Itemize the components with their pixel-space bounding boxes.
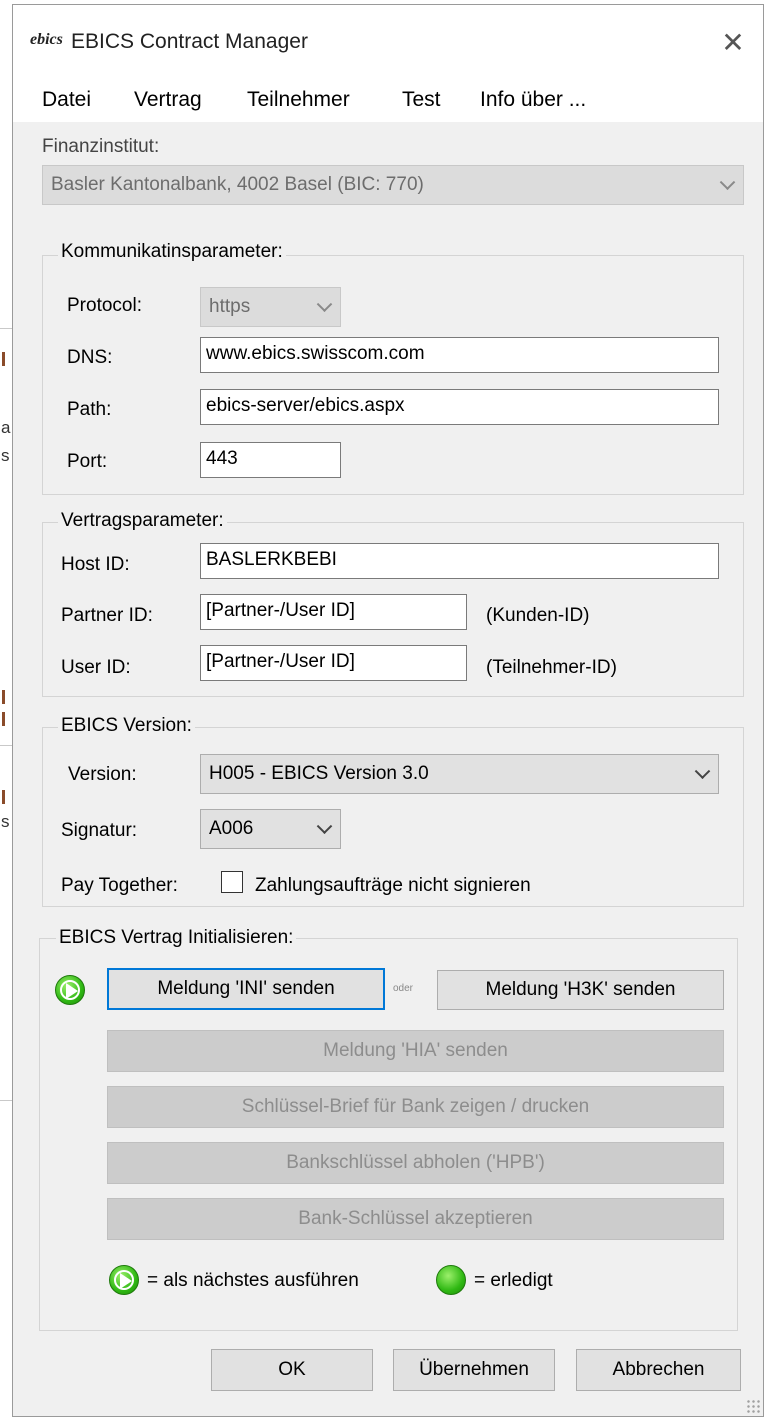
dns-label: DNS: [67,347,113,368]
background-mark [2,712,5,726]
institution-label: Finanzinstitut: [42,136,160,157]
host-id-label: Host ID: [61,554,130,575]
version-group-title: EBICS Version: [58,715,195,737]
port-label: Port: [67,451,108,472]
next-step-icon [55,975,85,1005]
background-text: a [1,418,11,437]
background-mark [2,690,5,704]
menu-info[interactable]: Info über ... [480,88,586,112]
apply-button[interactable]: Übernehmen [393,1349,555,1391]
institution-select[interactable]: Basler Kantonalbank, 4002 Basel (BIC: 77… [42,165,744,205]
close-button[interactable]: ✕ [713,25,753,61]
path-label: Path: [67,399,112,420]
show-key-letter-button[interactable]: Schlüssel-Brief für Bank zeigen / drucke… [107,1086,724,1128]
menu-vertrag[interactable]: Vertrag [134,88,202,112]
host-id-input[interactable]: BASLERKBEBI [200,543,719,579]
path-input[interactable]: ebics-server/ebics.aspx [200,389,719,425]
background-text: s [1,812,10,831]
pay-together-label: Pay Together: [61,875,178,896]
contract-group-title: Vertragsparameter: [58,510,227,532]
pay-together-checkbox-label[interactable]: Zahlungsaufträge nicht signieren [255,875,531,897]
background-mark [2,790,5,804]
title-bar[interactable]: ebics EBICS Contract Manager ✕ [13,5,763,80]
menu-bar: Datei Vertrag Teilnehmer Test Info über … [13,80,763,122]
chevron-down-icon [719,174,736,191]
communication-group [42,255,744,495]
background-divider [0,745,12,746]
signature-value: A006 [209,818,254,839]
dns-input[interactable]: www.ebics.swisscom.com [200,337,719,373]
resize-grip-icon[interactable] [746,1399,760,1413]
pay-together-checkbox[interactable] [221,871,243,893]
version-label: Version: [68,764,137,785]
send-h3k-button[interactable]: Meldung 'H3K' senden [437,970,724,1010]
background-text: s [1,446,10,465]
version-select[interactable]: H005 - EBICS Version 3.0 [200,754,719,794]
background-window: a s s [0,0,12,1419]
init-group-title: EBICS Vertrag Initialisieren: [56,927,297,949]
background-divider [0,1100,12,1101]
menu-datei[interactable]: Datei [42,88,91,112]
legend-next-label: = als nächstes ausführen [147,1270,359,1291]
signature-label: Signatur: [61,820,138,841]
send-ini-button[interactable]: Meldung 'INI' senden [107,968,385,1010]
communication-group-title: Kommunikatinsparameter: [58,241,286,263]
ebics-dialog: ebics EBICS Contract Manager ✕ Datei Ver… [12,4,764,1417]
ok-button[interactable]: OK [211,1349,373,1391]
version-value: H005 - EBICS Version 3.0 [209,763,429,784]
fetch-bank-keys-button[interactable]: Bankschlüssel abholen ('HPB') [107,1142,724,1184]
user-id-label: User ID: [61,657,131,678]
close-icon: ✕ [721,26,745,59]
play-triangle [120,1273,132,1289]
protocol-value: https [209,296,251,317]
partner-id-label: Partner ID: [61,605,153,626]
user-id-hint: (Teilnehmer-ID) [486,657,617,678]
signature-select[interactable]: A006 [200,809,341,849]
or-label: oder [393,983,414,994]
menu-test[interactable]: Test [402,88,441,112]
institution-value: Basler Kantonalbank, 4002 Basel (BIC: 77… [51,174,424,195]
send-hia-button[interactable]: Meldung 'HIA' senden [107,1030,724,1072]
partner-id-hint: (Kunden-ID) [486,605,590,626]
background-divider [0,328,12,329]
protocol-select[interactable]: https [200,287,341,327]
port-input[interactable]: 443 [200,442,341,478]
menu-teilnehmer[interactable]: Teilnehmer [247,88,350,112]
accept-bank-keys-button[interactable]: Bank-Schlüssel akzeptieren [107,1198,724,1240]
ebics-logo-icon: ebics [30,31,63,48]
legend-done-label: = erledigt [474,1270,553,1291]
background-mark [2,352,5,366]
window-title: EBICS Contract Manager [71,30,308,53]
legend-done-icon [436,1265,466,1295]
user-id-input[interactable]: [Partner-/User ID] [200,645,467,681]
partner-id-input[interactable]: [Partner-/User ID] [200,594,467,630]
chevron-down-icon [694,763,711,780]
protocol-label: Protocol: [67,295,142,316]
chevron-down-icon [316,296,333,313]
chevron-down-icon [316,818,333,835]
play-triangle [66,983,78,999]
legend-next-icon [109,1265,139,1295]
cancel-button[interactable]: Abbrechen [576,1349,741,1391]
